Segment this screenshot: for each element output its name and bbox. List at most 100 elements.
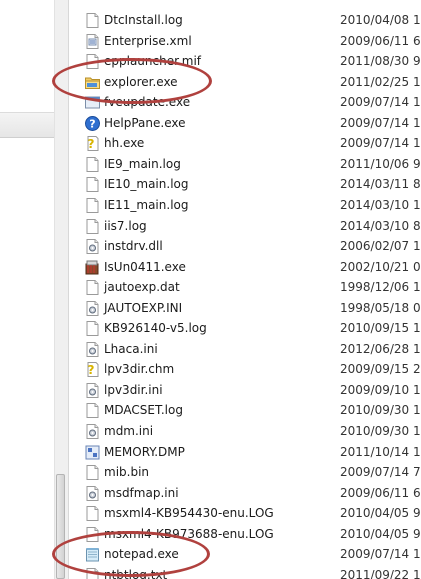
file-modified-date: 2014/03/11 8: xyxy=(340,177,421,192)
file-row[interactable]: MEMORY.DMP 2011/10/14 11 xyxy=(68,442,421,463)
ini-gear-icon xyxy=(84,485,101,502)
file-row[interactable]: Enterprise.xml 2009/06/11 6: xyxy=(68,31,421,52)
file-list: DtcInstall.log 2010/04/08 18 Enterprise.… xyxy=(68,0,421,579)
file-modified-date: 2012/06/28 18 xyxy=(340,341,421,356)
file-row[interactable]: explorer.exe 2011/02/25 14 xyxy=(68,72,421,93)
file-name: ntbtlog.txt xyxy=(104,567,168,579)
file-modified-date: 2010/09/30 12 xyxy=(340,403,421,418)
file-row[interactable]: mdm.ini 2010/09/30 13 xyxy=(68,421,421,442)
text-file-icon xyxy=(84,218,101,235)
file-modified-date: 2010/04/08 18 xyxy=(340,13,421,27)
file-modified-date: 1998/12/06 16 xyxy=(340,280,421,295)
file-modified-date: 2014/03/10 19 xyxy=(340,197,421,212)
nav-scrollbar-thumb[interactable] xyxy=(56,474,65,579)
file-name: notepad.exe xyxy=(104,547,179,562)
file-row[interactable]: JAUTOEXP.INI 1998/05/18 0: xyxy=(68,298,421,319)
folder-app-icon xyxy=(84,74,101,91)
file-row[interactable]: epplauncher.mif 2011/08/30 9: xyxy=(68,51,421,72)
file-modified-date: 2011/02/25 14 xyxy=(340,74,421,89)
file-modified-date: 2009/07/14 10 xyxy=(340,95,421,110)
file-modified-date: 2009/07/14 7: xyxy=(340,465,421,480)
text-file-icon xyxy=(84,402,101,419)
file-row[interactable]: ? hh.exe 2009/07/14 10 xyxy=(68,133,421,154)
file-name: msxml4-KB973688-enu.LOG xyxy=(104,526,274,541)
file-modified-date: 1998/05/18 0: xyxy=(340,300,421,315)
file-modified-date: 2011/09/22 14 xyxy=(340,567,421,579)
file-row[interactable]: notepad.exe 2009/07/14 10 xyxy=(68,544,421,565)
file-name: mdm.ini xyxy=(104,424,154,438)
dmp-file-icon xyxy=(84,444,101,461)
svg-text:?: ? xyxy=(88,363,95,377)
notepad-icon xyxy=(84,546,101,563)
text-file-icon xyxy=(84,567,101,579)
file-row[interactable]: MDACSET.log 2010/09/30 12 xyxy=(68,400,421,421)
file-name: KB926140-v5.log xyxy=(104,321,207,336)
file-modified-date: 2009/06/11 6: xyxy=(340,33,421,48)
file-name: IE11_main.log xyxy=(104,197,189,212)
text-file-icon xyxy=(84,197,101,214)
xml-file-icon xyxy=(84,33,101,50)
text-file-icon xyxy=(84,12,101,29)
file-row[interactable]: ntbtlog.txt 2011/09/22 14 xyxy=(68,565,421,579)
text-file-icon xyxy=(84,505,101,522)
ini-gear-icon xyxy=(84,382,101,399)
file-name: epplauncher.mif xyxy=(104,54,201,69)
file-name: explorer.exe xyxy=(104,74,178,89)
file-row[interactable]: jautoexp.dat 1998/12/06 16 xyxy=(68,277,421,298)
file-modified-date: 2010/04/05 9: xyxy=(340,526,421,541)
file-name: DtcInstall.log xyxy=(104,13,183,27)
file-name: Lhaca.ini xyxy=(104,341,158,356)
file-row[interactable]: msxml4-KB954430-enu.LOG 2010/04/05 9: xyxy=(68,503,421,524)
file-row[interactable]: Lhaca.ini 2012/06/28 18 xyxy=(68,339,421,360)
file-modified-date: 2009/09/15 20 xyxy=(340,362,421,377)
file-row[interactable]: msdfmap.ini 2009/06/11 6: xyxy=(68,483,421,504)
file-modified-date: 2009/06/11 6: xyxy=(340,485,421,500)
file-modified-date: 2009/09/10 15 xyxy=(340,382,421,397)
file-modified-date: 2010/09/15 18 xyxy=(340,321,421,336)
file-row[interactable]: IE11_main.log 2014/03/10 19 xyxy=(68,195,421,216)
ini-gear-icon xyxy=(84,341,101,358)
file-name: Enterprise.xml xyxy=(104,33,192,48)
file-modified-date: 2009/07/14 10 xyxy=(340,547,421,562)
file-row[interactable]: IE9_main.log 2011/10/06 9: xyxy=(68,154,421,175)
file-name: iis7.log xyxy=(104,218,147,233)
text-file-icon xyxy=(84,464,101,481)
text-file-icon xyxy=(84,526,101,543)
text-file-icon xyxy=(84,320,101,337)
file-modified-date: 2011/10/06 9: xyxy=(340,156,421,171)
svg-text:?: ? xyxy=(88,137,95,151)
help-icon: ? xyxy=(84,115,101,132)
help-file-icon: ? xyxy=(84,135,101,152)
file-name: IE9_main.log xyxy=(104,156,181,171)
file-row[interactable]: ? HelpPane.exe 2009/07/14 10 xyxy=(68,113,421,134)
file-name: lpv3dir.ini xyxy=(104,382,163,397)
text-file-icon xyxy=(84,53,101,70)
file-name: fveupdate.exe xyxy=(104,95,191,110)
file-row[interactable]: iis7.log 2014/03/10 8: xyxy=(68,216,421,237)
file-row[interactable]: ? lpv3dir.chm 2009/09/15 20 xyxy=(68,359,421,380)
file-row[interactable]: lpv3dir.ini 2009/09/10 15 xyxy=(68,380,421,401)
file-name: IsUn0411.exe xyxy=(104,259,186,274)
file-modified-date: 2011/08/30 9: xyxy=(340,54,421,69)
file-modified-date: 2010/04/05 9: xyxy=(340,506,421,521)
nav-selected-item[interactable] xyxy=(0,112,58,138)
file-name: mib.bin xyxy=(104,465,150,480)
text-file-icon xyxy=(84,279,101,296)
file-name: instdrv.dll xyxy=(104,239,163,254)
file-name: msdfmap.ini xyxy=(104,485,179,500)
text-file-icon xyxy=(84,176,101,193)
file-name: MEMORY.DMP xyxy=(104,444,185,459)
file-row[interactable]: KB926140-v5.log 2010/09/15 18 xyxy=(68,318,421,339)
file-name: jautoexp.dat xyxy=(104,280,180,295)
file-row[interactable]: instdrv.dll 2006/02/07 16 xyxy=(68,236,421,257)
file-row[interactable]: IsUn0411.exe 2002/10/21 0: xyxy=(68,257,421,278)
file-row[interactable]: DtcInstall.log 2010/04/08 18 xyxy=(68,10,421,31)
file-row[interactable]: fveupdate.exe 2009/07/14 10 xyxy=(68,92,421,113)
file-row[interactable]: msxml4-KB973688-enu.LOG 2010/04/05 9: xyxy=(68,524,421,545)
ini-gear-icon xyxy=(84,300,101,317)
help-file-icon: ? xyxy=(84,361,101,378)
file-name: JAUTOEXP.INI xyxy=(104,300,183,315)
file-row[interactable]: IE10_main.log 2014/03/11 8: xyxy=(68,174,421,195)
file-name: hh.exe xyxy=(104,136,145,151)
file-row[interactable]: mib.bin 2009/07/14 7: xyxy=(68,462,421,483)
